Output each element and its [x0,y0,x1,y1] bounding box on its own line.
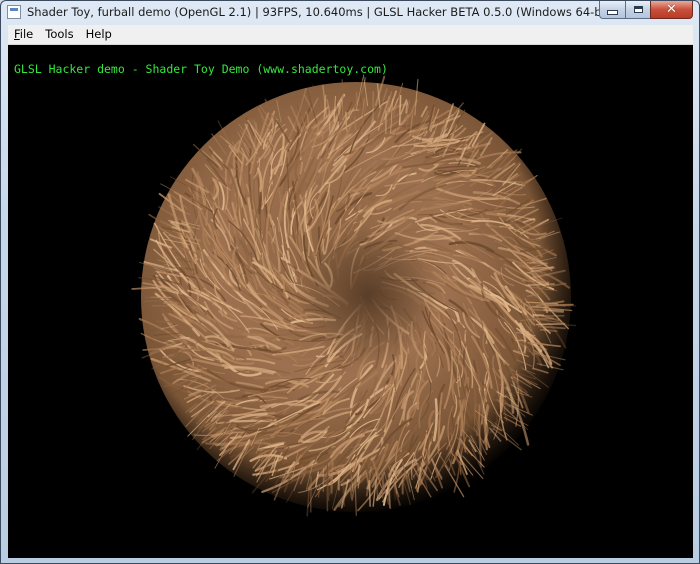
window-title: Shader Toy, furball demo (OpenGL 2.1) | … [27,5,601,19]
render-viewport[interactable]: GLSL Hacker demo - Shader Toy Demo (www.… [8,45,693,558]
maximize-icon [633,6,643,13]
fur-edge-strand [398,94,402,125]
fur-edge-strand [544,303,574,307]
menu-file-label: ile [19,27,34,41]
app-window-icon[interactable] [7,5,21,19]
minimize-button[interactable] [599,1,625,19]
furball-swirl-core [298,225,438,365]
minimize-icon [607,10,618,15]
fur-edge-strand [328,110,331,133]
fur-edge-strand [535,323,566,326]
furball-render [131,74,577,517]
close-icon: ✕ [666,2,677,17]
menu-tools[interactable]: Tools [39,25,79,44]
menu-bar: File Tools Help [8,25,693,45]
fur-edge-strand [355,91,358,106]
overlay-caption: GLSL Hacker demo - Shader Toy Demo (www.… [14,62,388,76]
fur-edge-strand [381,473,384,499]
close-button[interactable]: ✕ [650,1,693,19]
fur-edge-strand [163,266,184,270]
fur-edge-strand [531,305,547,309]
fur-edge-strand [330,461,334,494]
fur-edge-strand [143,299,174,303]
title-bar[interactable]: Shader Toy, furball demo (OpenGL 2.1) | … [1,1,699,23]
fur-edge-strand [353,116,357,132]
app-window: Shader Toy, furball demo (OpenGL 2.1) | … [0,0,700,564]
fur-edge-strand [543,309,565,312]
menu-help[interactable]: Help [80,25,118,44]
menu-file[interactable]: File [8,25,39,44]
fur-edge-strand [368,479,371,507]
fur-edge-strand [383,481,386,496]
maximize-button[interactable] [625,1,650,19]
caption-buttons: ✕ [599,1,693,19]
fur-edge-strand [342,478,346,507]
